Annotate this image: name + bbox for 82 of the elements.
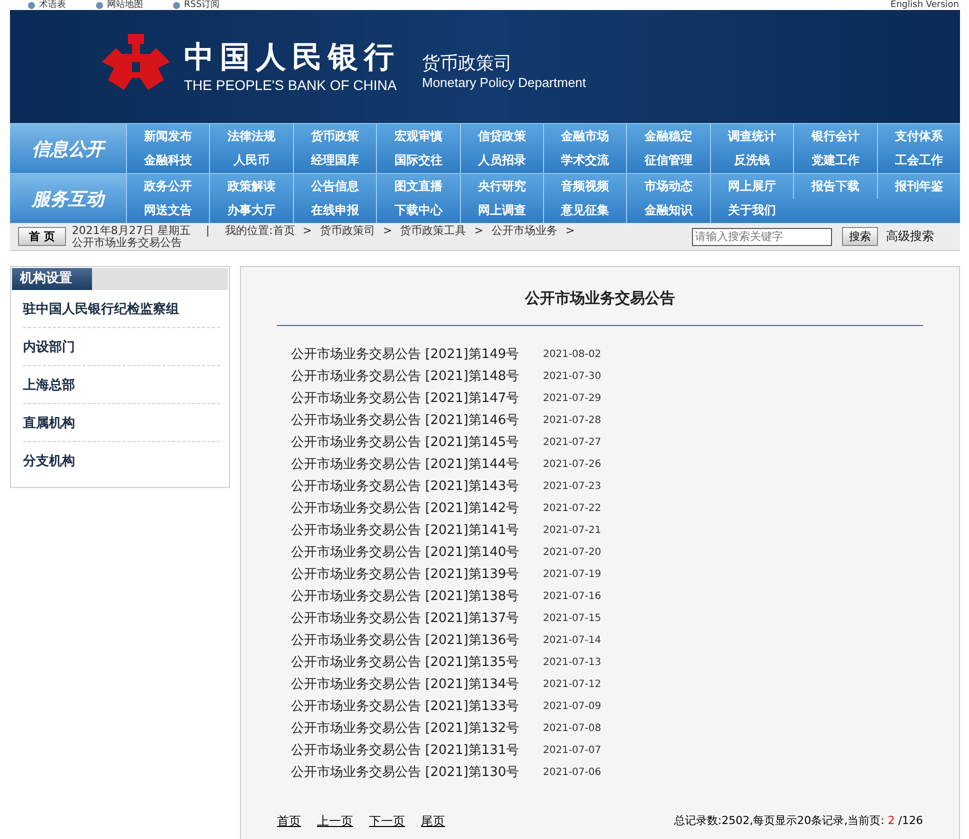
announcement-link[interactable]: 公开市场业务交易公告 [2021]第141号 [291, 521, 543, 539]
announcement-date: 2021-07-12 [543, 678, 602, 690]
announcement-link[interactable]: 公开市场业务交易公告 [2021]第139号 [291, 565, 543, 583]
announcement-date: 2021-07-27 [543, 436, 602, 448]
announcement-link[interactable]: 公开市场业务交易公告 [2021]第148号 [291, 367, 543, 385]
pagination-link[interactable]: 下一页 [369, 813, 405, 830]
sidebar-item[interactable]: 驻中国人民银行纪检监察组 [23, 290, 220, 328]
bank-name: 中国人民银行 [184, 40, 400, 76]
sidebar-item[interactable]: 分支机构 [23, 442, 220, 479]
announcement-date: 2021-07-07 [543, 744, 602, 756]
announcement-date: 2021-07-23 [543, 480, 602, 492]
announcement-link[interactable]: 公开市场业务交易公告 [2021]第145号 [291, 433, 543, 451]
announcement-link[interactable]: 公开市场业务交易公告 [2021]第149号 [291, 345, 543, 363]
search-field[interactable]: 请输入搜索关键字 [692, 228, 832, 246]
announcement-link[interactable]: 公开市场业务交易公告 [2021]第142号 [291, 499, 543, 517]
page-title: 公开市场业务交易公告 [524, 288, 676, 309]
breadcrumb-link[interactable]: 货币政策司 [320, 224, 375, 236]
nav-link[interactable]: 人员招录 [460, 148, 543, 173]
sidebar-item[interactable]: 直属机构 [23, 404, 220, 442]
announcement-date: 2021-07-29 [543, 392, 602, 404]
announcement-date: 2021-07-14 [543, 634, 602, 646]
advanced-search-link[interactable]: 高级搜索 [886, 228, 934, 245]
announcement-date: 2021-07-20 [543, 546, 602, 558]
bullet-icon [96, 2, 103, 8]
announcement-link[interactable]: 公开市场业务交易公告 [2021]第130号 [291, 763, 543, 781]
breadcrumb-link[interactable]: 公开市场业务 [491, 224, 558, 236]
top-link[interactable]: RSS订阅 [173, 0, 220, 10]
announcement-link[interactable]: 公开市场业务交易公告 [2021]第143号 [291, 477, 543, 495]
announcement-link[interactable]: 公开市场业务交易公告 [2021]第133号 [291, 697, 543, 715]
pagination-info: 总记录数:2502,每页显示20条记录,当前页: 2 /126 [674, 813, 923, 829]
announcement-link[interactable]: 公开市场业务交易公告 [2021]第144号 [291, 455, 543, 473]
nav-link[interactable]: 人民币 [209, 148, 293, 173]
pagination-link[interactable]: 尾页 [421, 813, 445, 830]
announcement-link[interactable]: 公开市场业务交易公告 [2021]第136号 [291, 631, 543, 649]
sidebar-item[interactable]: 上海总部 [23, 366, 220, 404]
announcement-date: 2021-07-21 [543, 524, 602, 536]
announcement-link[interactable]: 公开市场业务交易公告 [2021]第132号 [291, 719, 543, 737]
sidebar-item[interactable]: 内设部门 [23, 328, 220, 366]
announcement-date: 2021-07-09 [543, 700, 602, 712]
nav-link[interactable]: 经理国库 [292, 148, 376, 173]
announcement-link[interactable]: 公开市场业务交易公告 [2021]第134号 [291, 675, 543, 693]
announcement-date: 2021-07-30 [543, 370, 602, 382]
bullet-icon [28, 2, 35, 8]
english-version-link[interactable]: English Version [890, 0, 959, 10]
department-name-english: Monetary Policy Department [422, 75, 586, 90]
nav-link[interactable]: 征信管理 [626, 148, 710, 173]
announcement-date: 2021-07-19 [543, 568, 602, 580]
announcement-link[interactable]: 公开市场业务交易公告 [2021]第147号 [291, 389, 543, 407]
breadcrumb-link[interactable]: 公开市场业务交易公告 [72, 236, 182, 248]
pagination-link[interactable]: 上一页 [317, 813, 353, 830]
announcement-date: 2021-07-06 [543, 766, 602, 778]
bank-name-english: THE PEOPLE'S BANK OF CHINA [184, 76, 398, 94]
announcement-date: 2021-07-28 [543, 414, 602, 426]
announcement-date: 2021-07-15 [543, 612, 602, 624]
nav-link[interactable]: 反洗钱 [710, 148, 794, 173]
nav-link[interactable]: 学术交流 [543, 148, 626, 173]
nav-link[interactable]: 党建工作 [793, 148, 877, 173]
announcement-date: 2021-07-26 [543, 458, 602, 470]
announcement-date: 2021-07-22 [543, 502, 602, 514]
nav-link[interactable]: 工会工作 [876, 148, 960, 173]
announcement-date: 2021-07-13 [543, 656, 602, 668]
search-button[interactable]: 搜索 [842, 227, 878, 246]
breadcrumb-link[interactable]: 货币政策工具 [400, 224, 466, 236]
announcement-date: 2021-08-02 [543, 348, 602, 360]
department-name: 货币政策司 [422, 53, 513, 75]
announcement-link[interactable]: 公开市场业务交易公告 [2021]第135号 [291, 653, 543, 671]
announcement-link[interactable]: 公开市场业务交易公告 [2021]第138号 [291, 587, 543, 605]
pagination-link[interactable]: 首页 [277, 813, 301, 830]
sidebar-title: 机构设置 [12, 268, 92, 290]
announcement-link[interactable]: 公开市场业务交易公告 [2021]第131号 [291, 741, 543, 759]
announcement-link[interactable]: 公开市场业务交易公告 [2021]第137号 [291, 609, 543, 627]
breadcrumb: 2021年8月27日 星期五 | 我的位置:首页 > 货币政策司 > 货币政策工具 > 公开市场业务 > 公开市场业务交易公告 [72, 224, 576, 248]
announcement-link[interactable]: 公开市场业务交易公告 [2021]第140号 [291, 543, 543, 561]
announcement-date: 2021-07-08 [543, 722, 602, 734]
nav-link[interactable]: 国际交往 [376, 148, 460, 173]
nav-section-title: 服务互动 [10, 174, 126, 223]
breadcrumb-link[interactable]: 首页 [272, 224, 295, 236]
nav-link[interactable]: 金融科技 [126, 148, 210, 173]
home-button[interactable]: 首 页 [18, 227, 66, 246]
announcement-date: 2021-07-16 [543, 590, 602, 602]
announcement-link[interactable]: 公开市场业务交易公告 [2021]第146号 [291, 411, 543, 429]
nav-section-title: 信息公开 [10, 124, 126, 173]
